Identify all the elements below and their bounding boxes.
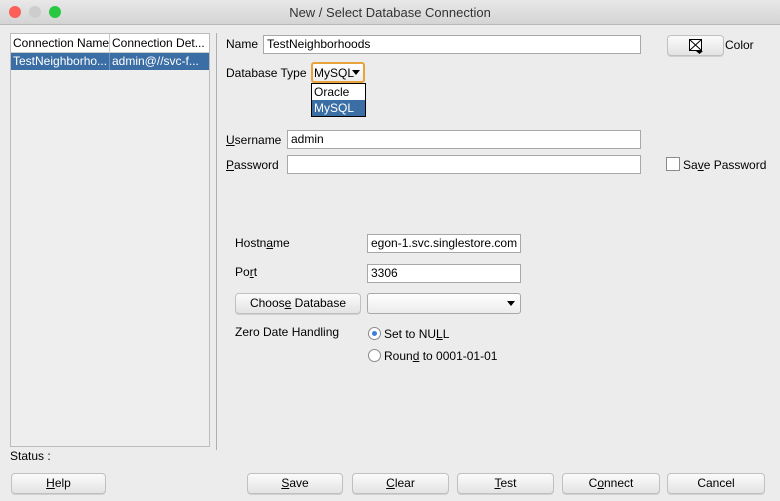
save-button[interactable]: Save — [247, 473, 343, 494]
password-label: Password — [226, 158, 279, 172]
window-title: New / Select Database Connection — [289, 5, 491, 20]
test-button[interactable]: Test — [457, 473, 554, 494]
close-window-button[interactable] — [9, 6, 21, 18]
option-mysql[interactable]: MySQL — [312, 100, 365, 116]
color-label: Color — [725, 38, 754, 52]
zero-date-handling-label: Zero Date Handling — [235, 325, 340, 339]
cell-connection-details: admin@//svc-f... — [110, 53, 209, 70]
color-swatch-icon — [688, 39, 703, 54]
database-select[interactable] — [367, 293, 521, 314]
save-password-label[interactable]: Save Password — [683, 158, 766, 172]
username-label: Username — [226, 133, 282, 147]
username-input[interactable]: admin — [287, 130, 641, 149]
chevron-down-icon — [352, 70, 360, 75]
choose-database-button[interactable]: Choose Database — [235, 293, 361, 314]
clear-button[interactable]: Clear — [352, 473, 449, 494]
database-type-dropdown[interactable]: Oracle MySQL — [311, 83, 366, 117]
name-input[interactable]: TestNeighborhoods — [263, 35, 641, 54]
hostname-input[interactable]: egon-1.svc.singlestore.com — [367, 234, 521, 253]
port-label: Port — [235, 265, 258, 279]
set-to-null-label[interactable]: Set to NULL — [384, 327, 449, 341]
option-oracle[interactable]: Oracle — [312, 84, 365, 100]
cell-connection-name: TestNeighborho... — [11, 53, 110, 70]
save-password-checkbox[interactable] — [666, 157, 680, 171]
round-label[interactable]: Round to 0001-01-01 — [384, 349, 497, 363]
database-type-label: Database Type — [226, 66, 307, 80]
zoom-window-button[interactable] — [49, 6, 61, 18]
database-type-select[interactable]: MySQL — [311, 62, 365, 83]
port-input[interactable]: 3306 — [367, 264, 521, 283]
password-input[interactable] — [287, 155, 641, 174]
connections-table[interactable]: Connection Name Connection Det... TestNe… — [10, 33, 210, 447]
chevron-down-icon — [507, 301, 515, 306]
minimize-window-button[interactable] — [29, 6, 41, 18]
database-type-value: MySQL — [314, 66, 355, 80]
cancel-button[interactable]: Cancel — [667, 473, 765, 494]
column-header-connection-name[interactable]: Connection Name — [11, 34, 110, 53]
hostname-label: Hostname — [235, 236, 290, 250]
title-bar: New / Select Database Connection — [0, 0, 780, 25]
color-button[interactable] — [667, 35, 724, 56]
round-radio[interactable] — [368, 349, 381, 362]
help-button[interactable]: Help — [11, 473, 106, 494]
connect-button[interactable]: Connect — [562, 473, 660, 494]
set-to-null-radio[interactable] — [368, 327, 381, 340]
name-label: Name — [226, 37, 259, 51]
status-label: Status : — [10, 449, 51, 463]
column-header-connection-details[interactable]: Connection Det... — [110, 34, 209, 53]
splitter[interactable] — [216, 33, 217, 450]
